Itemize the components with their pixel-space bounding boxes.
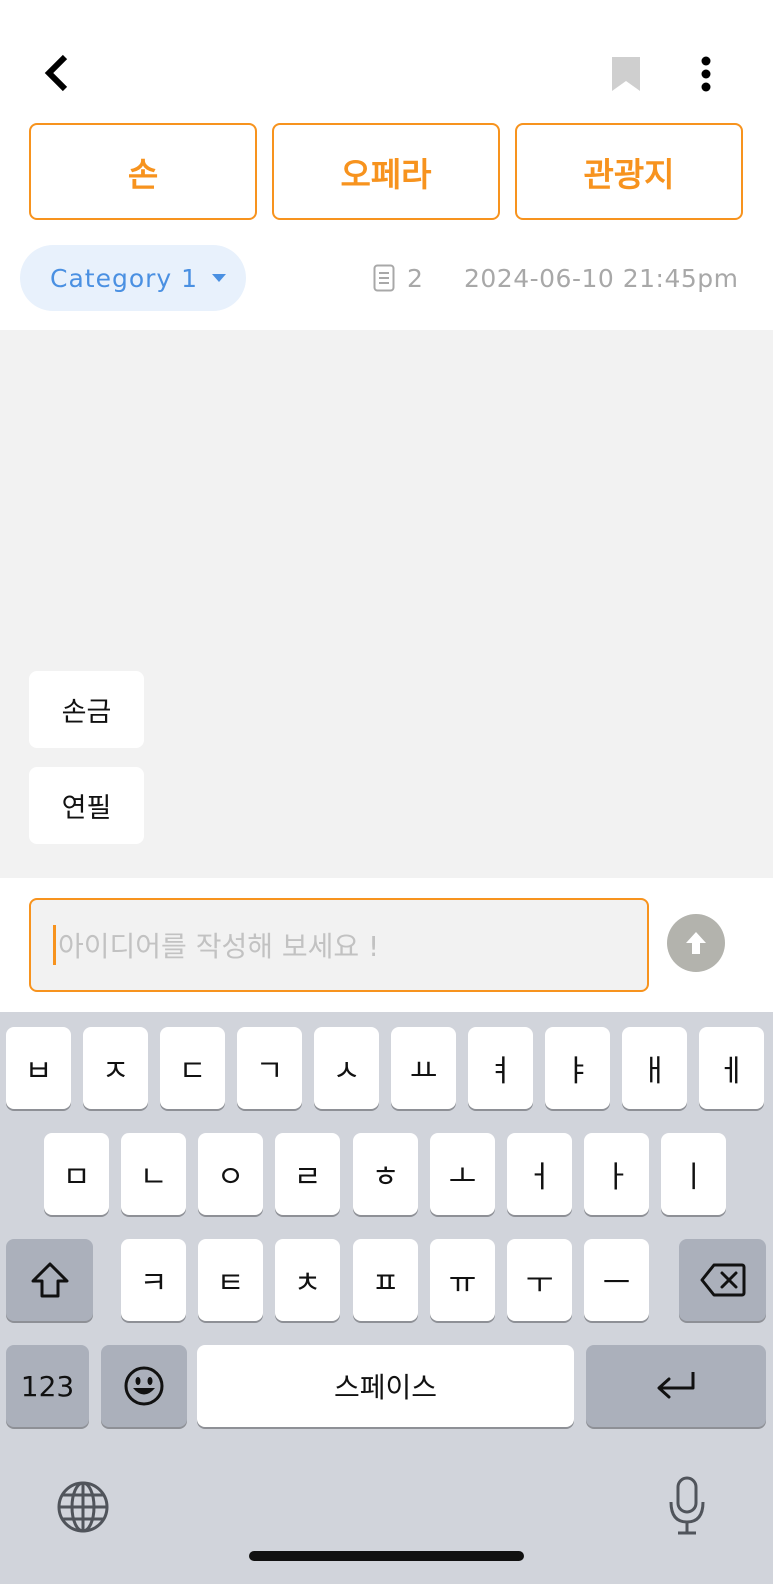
key[interactable]: ㅋ [121, 1239, 186, 1321]
space-key[interactable]: 스페이스 [197, 1345, 574, 1427]
idea-list-area: 손금 연필 [0, 330, 773, 878]
key[interactable]: ㅐ [622, 1027, 687, 1109]
home-indicator [249, 1551, 524, 1561]
key[interactable]: ㅅ [314, 1027, 379, 1109]
key[interactable]: ㅎ [353, 1133, 418, 1215]
idea-input-placeholder: 아이디어를 작성해 보세요 ! [58, 930, 380, 963]
meta-row: Category 1 2 2024-06-10 21:45pm [0, 240, 773, 330]
document-count-value: 2 [407, 263, 423, 293]
return-key[interactable] [586, 1345, 766, 1427]
chevron-left-icon [44, 54, 68, 92]
shift-key[interactable] [6, 1239, 93, 1321]
key[interactable]: ㄴ [121, 1133, 186, 1215]
key[interactable]: ㅠ [430, 1239, 495, 1321]
globe-button[interactable] [54, 1478, 112, 1536]
emoji-key[interactable] [101, 1345, 187, 1427]
key[interactable]: ㅁ [44, 1133, 109, 1215]
key[interactable]: ㄹ [275, 1133, 340, 1215]
key[interactable]: ㅡ [584, 1239, 649, 1321]
emoji-icon [124, 1366, 164, 1406]
microphone-icon [669, 1476, 705, 1535]
key[interactable]: ㅜ [507, 1239, 572, 1321]
keyword-button[interactable]: 손 [29, 123, 257, 220]
bookmark-icon [612, 57, 640, 91]
send-button[interactable] [667, 914, 725, 972]
keyboard: ㅂ ㅈ ㄷ ㄱ ㅅ ㅛ ㅕ ㅑ ㅐ ㅔ ㅁ ㄴ ㅇ ㄹ ㅎ ㅗ ㅓ ㅏ ㅣ ㅋ … [0, 1012, 773, 1584]
key[interactable]: ㅔ [699, 1027, 764, 1109]
keyword-row: 손 오페라 관광지 [29, 123, 743, 220]
key[interactable]: ㅛ [391, 1027, 456, 1109]
idea-card[interactable]: 손금 [29, 671, 144, 748]
keyword-button[interactable]: 관광지 [515, 123, 743, 220]
top-bar [0, 0, 773, 120]
back-button[interactable] [34, 48, 78, 98]
more-vertical-icon [701, 56, 711, 92]
shift-icon [31, 1262, 68, 1298]
category-dropdown[interactable]: Category 1 [20, 245, 246, 311]
idea-input[interactable]: 아이디어를 작성해 보세요 ! [29, 898, 649, 992]
key[interactable]: ㅓ [507, 1133, 572, 1215]
idea-input-row: 아이디어를 작성해 보세요 ! [0, 878, 773, 1012]
key[interactable]: ㅣ [661, 1133, 726, 1215]
key[interactable]: ㅗ [430, 1133, 495, 1215]
arrow-up-icon [686, 932, 706, 954]
return-icon [657, 1372, 695, 1399]
key[interactable]: ㅇ [198, 1133, 263, 1215]
timestamp: 2024-06-10 21:45pm [464, 263, 739, 293]
key[interactable]: ㅈ [83, 1027, 148, 1109]
category-label: Category 1 [50, 263, 199, 293]
keyword-button[interactable]: 오페라 [272, 123, 500, 220]
key[interactable]: ㄱ [237, 1027, 302, 1109]
key[interactable]: ㅊ [275, 1239, 340, 1321]
document-icon [373, 264, 395, 292]
idea-card[interactable]: 연필 [29, 767, 144, 844]
key[interactable]: ㄷ [160, 1027, 225, 1109]
key[interactable]: ㅏ [584, 1133, 649, 1215]
globe-icon [57, 1481, 109, 1533]
backspace-icon [700, 1263, 745, 1297]
text-cursor [53, 925, 56, 965]
numbers-key[interactable]: 123 [6, 1345, 89, 1427]
key[interactable]: ㅑ [545, 1027, 610, 1109]
key[interactable]: ㅍ [353, 1239, 418, 1321]
caret-down-icon [212, 274, 227, 282]
more-options-button[interactable] [686, 50, 726, 98]
document-count: 2 [373, 260, 423, 296]
delete-key[interactable] [679, 1239, 766, 1321]
key[interactable]: ㅌ [198, 1239, 263, 1321]
key[interactable]: ㅕ [468, 1027, 533, 1109]
bookmark-button[interactable] [604, 52, 648, 96]
key[interactable]: ㅂ [6, 1027, 71, 1109]
microphone-button[interactable] [662, 1474, 712, 1538]
